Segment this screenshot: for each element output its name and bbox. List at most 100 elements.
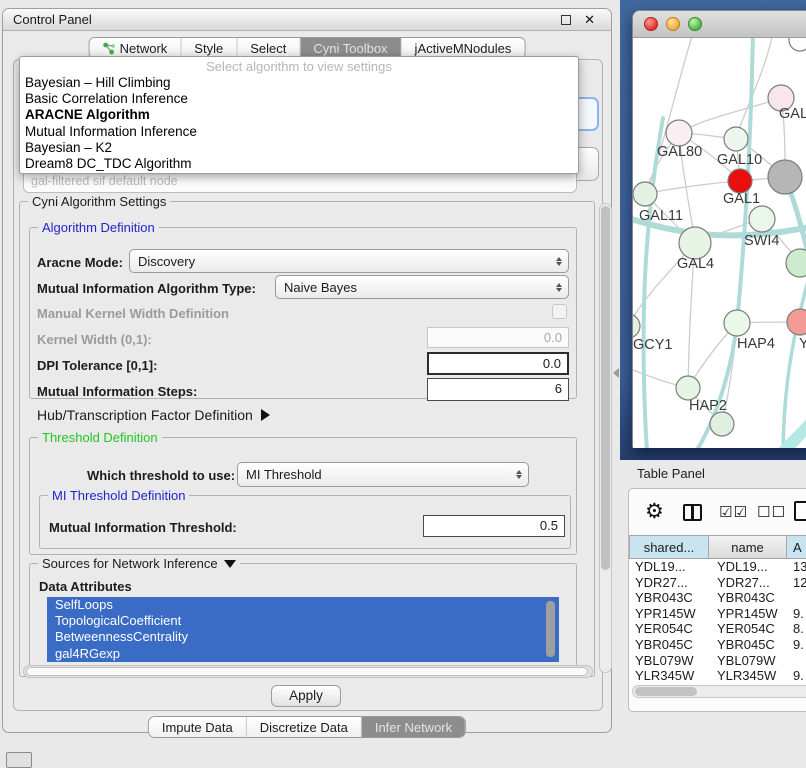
table-row[interactable]: YBL079WYBL079W (629, 653, 806, 669)
algorithm-option[interactable]: ARACNE Algorithm (20, 107, 578, 123)
tab-impute-data[interactable]: Impute Data (149, 717, 247, 737)
algorithm-dropdown-prompt: Select algorithm to view settings (20, 58, 578, 75)
close-icon[interactable]: ✕ (584, 12, 595, 28)
algorithm-option[interactable]: Basic Correlation Inference (20, 91, 578, 107)
kernel-width-label: Kernel Width (0,1): (37, 332, 152, 347)
which-threshold-select[interactable]: MI Threshold (237, 462, 529, 487)
table-body: YDL19...YDL19...13YDR27...YDR27...12YBR0… (629, 559, 806, 683)
node-label: Y (799, 336, 806, 352)
sources-group-toggle[interactable]: Sources for Network Inference (38, 556, 240, 571)
scrollbar-thumb[interactable] (601, 206, 610, 570)
node-gcy1[interactable] (633, 314, 640, 338)
mi-algorithm-type-select[interactable]: Naive Bayes (275, 275, 569, 299)
node-label: GAL11 (639, 208, 683, 224)
tab-impute-data-label: Impute Data (162, 717, 233, 738)
settings-vertical-scrollbar[interactable] (599, 203, 612, 673)
node-gal4[interactable] (679, 227, 711, 259)
network-window[interactable]: GAL2GAL80GAL10GAL1GAL11SWI4GAL4GCY1HAP4Y… (632, 10, 806, 448)
document-icon[interactable] (794, 501, 806, 521)
network-edge[interactable] (679, 98, 781, 133)
hub-definition-toggle[interactable]: Hub/Transcription Factor Definition (37, 407, 270, 423)
control-panel-titlebar[interactable]: Control Panel ✕ (3, 9, 611, 31)
node-swi4[interactable] (749, 206, 775, 232)
node-label: GAL80 (657, 144, 702, 160)
tab-discretize-data[interactable]: Discretize Data (247, 717, 362, 737)
network-edge[interactable] (785, 177, 806, 300)
node-gray[interactable] (768, 160, 802, 194)
network-edge[interactable] (645, 38, 693, 194)
algorithm-option[interactable]: Mutual Information Inference (20, 124, 578, 140)
table-row[interactable]: YPR145WYPR145W9. (629, 606, 806, 622)
network-canvas[interactable]: GAL2GAL80GAL10GAL1GAL11SWI4GAL4GCY1HAP4Y… (633, 38, 806, 448)
node-green-right[interactable] (786, 249, 806, 277)
hub-definition-label: Hub/Transcription Factor Definition (37, 407, 253, 423)
panel-divider-grip[interactable] (613, 368, 619, 378)
tab-cyni-toolbox[interactable]: Cyni Toolbox (300, 38, 401, 58)
node-salmon[interactable] (787, 309, 806, 335)
tab-style[interactable]: Style (181, 38, 237, 58)
tab-select[interactable]: Select (237, 38, 300, 58)
table-cell: YBR043C (629, 590, 709, 606)
table-row[interactable]: YER054CYER054C8. (629, 621, 806, 637)
data-attribute-item[interactable]: gal4RGexp (47, 646, 559, 662)
select-all-checkboxes-icon[interactable]: ☑☑ (719, 503, 748, 521)
algorithm-dropdown-list: Bayesian – Hill ClimbingBasic Correlatio… (20, 75, 578, 172)
gear-icon[interactable]: ⚙ (645, 501, 664, 522)
tab-network[interactable]: Network (90, 38, 182, 58)
node-hap4[interactable] (724, 310, 750, 336)
scrollbar-thumb[interactable] (635, 687, 697, 696)
float-window-icon[interactable] (561, 15, 571, 25)
node-bottom[interactable] (710, 412, 734, 436)
table-horizontal-scrollbar[interactable] (632, 685, 806, 698)
algorithm-option[interactable]: Bayesian – Hill Climbing (20, 75, 578, 91)
mi-threshold-field[interactable]: 0.5 (423, 515, 565, 537)
node-label: GCY1 (633, 337, 673, 353)
node-gal80[interactable] (666, 120, 692, 146)
attributes-list-scrollbar[interactable] (546, 601, 555, 657)
node-label: GAL4 (677, 256, 714, 272)
data-attribute-item[interactable]: BetweennessCentrality (47, 629, 559, 645)
manual-kernel-width-checkbox[interactable] (552, 304, 567, 319)
apply-button[interactable]: Apply (271, 685, 341, 707)
node-hap2[interactable] (676, 376, 700, 400)
mi-steps-field[interactable]: 6 (427, 378, 569, 401)
table-row[interactable]: YBR045CYBR045C9. (629, 637, 806, 653)
node-gal1[interactable] (728, 169, 752, 193)
table-row[interactable]: YDL19...YDL19...13 (629, 559, 806, 575)
kernel-width-field[interactable]: 0.0 (427, 327, 569, 348)
algorithm-option[interactable]: Bayesian – K2 (20, 140, 578, 156)
table-cell: YER054C (709, 621, 787, 637)
algorithm-option[interactable]: Dream8 DC_TDC Algorithm (20, 156, 578, 172)
data-attribute-item[interactable]: TopologicalCoefficient (47, 613, 559, 629)
node-top[interactable] (789, 38, 806, 51)
table-cell: 9. (787, 668, 806, 683)
aracne-mode-select[interactable]: Discovery (129, 249, 569, 273)
table-cell: YPR145W (709, 606, 787, 622)
network-window-titlebar[interactable] (633, 11, 806, 38)
minimize-traffic-light-icon[interactable] (666, 17, 680, 31)
settings-horizontal-scrollbar[interactable] (23, 665, 593, 678)
tab-infer-network[interactable]: Infer Network (362, 717, 465, 737)
tab-jactivemnodules[interactable]: jActiveMNodules (402, 38, 525, 58)
column-header-name[interactable]: name (709, 535, 787, 559)
table-row[interactable]: YBR043CYBR043C (629, 590, 806, 606)
close-traffic-light-icon[interactable] (644, 17, 658, 31)
column-header-shared-name[interactable]: shared... (629, 535, 709, 559)
node-gal11[interactable] (633, 182, 657, 206)
scrollbar-thumb[interactable] (26, 667, 588, 676)
dpi-tolerance-field[interactable]: 0.0 (427, 352, 569, 375)
columns-icon[interactable] (683, 504, 702, 521)
table-row[interactable]: YLR345WYLR345W9. (629, 668, 806, 683)
minimized-panel-icon[interactable] (6, 752, 32, 768)
table-row[interactable]: YDR27...YDR27...12 (629, 575, 806, 591)
stepper-arrows-icon (556, 250, 562, 272)
table-cell: YBL079W (629, 653, 709, 669)
data-attribute-item[interactable]: SelfLoops (47, 597, 559, 613)
column-header-partial[interactable]: A (787, 535, 806, 559)
network-edge[interactable] (771, 412, 806, 448)
stepper-arrows-icon (556, 276, 562, 298)
node-gal10[interactable] (724, 127, 748, 151)
node-label: GAL2 (779, 106, 806, 122)
deselect-all-checkboxes-icon[interactable]: ☐☐ (757, 503, 786, 521)
zoom-traffic-light-icon[interactable] (688, 17, 702, 31)
